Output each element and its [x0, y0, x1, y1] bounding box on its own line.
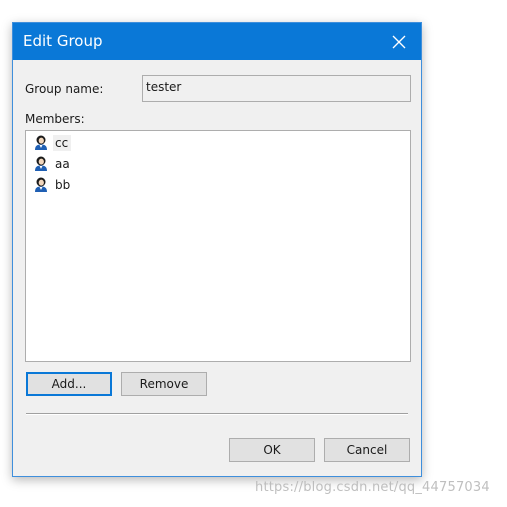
separator	[26, 413, 408, 415]
member-name: aa	[55, 157, 70, 171]
user-icon	[35, 156, 47, 171]
member-name: cc	[53, 135, 72, 151]
members-label: Members:	[25, 112, 85, 126]
dialog-title: Edit Group	[23, 32, 103, 50]
watermark: https://blog.csdn.net/qq_44757034	[255, 480, 490, 495]
list-item[interactable]: cc	[34, 134, 72, 152]
cancel-button[interactable]: Cancel	[324, 438, 410, 462]
close-button[interactable]	[377, 23, 421, 60]
member-name: bb	[55, 178, 71, 192]
list-item[interactable]: aa	[34, 155, 73, 173]
list-item[interactable]: bb	[34, 176, 73, 194]
close-icon	[392, 35, 406, 48]
group-name-field[interactable]: tester	[142, 75, 411, 102]
members-list[interactable]: cc aa bb	[25, 130, 411, 362]
ok-button[interactable]: OK	[229, 438, 315, 462]
add-member-button[interactable]: Add...	[26, 372, 112, 396]
user-icon	[35, 135, 47, 150]
group-name-label: Group name:	[25, 82, 104, 96]
user-icon	[35, 177, 47, 192]
title-bar[interactable]: Edit Group	[13, 23, 421, 60]
edit-group-dialog: Edit Group Group name: tester Members: c…	[12, 22, 422, 477]
remove-member-button[interactable]: Remove	[121, 372, 207, 396]
